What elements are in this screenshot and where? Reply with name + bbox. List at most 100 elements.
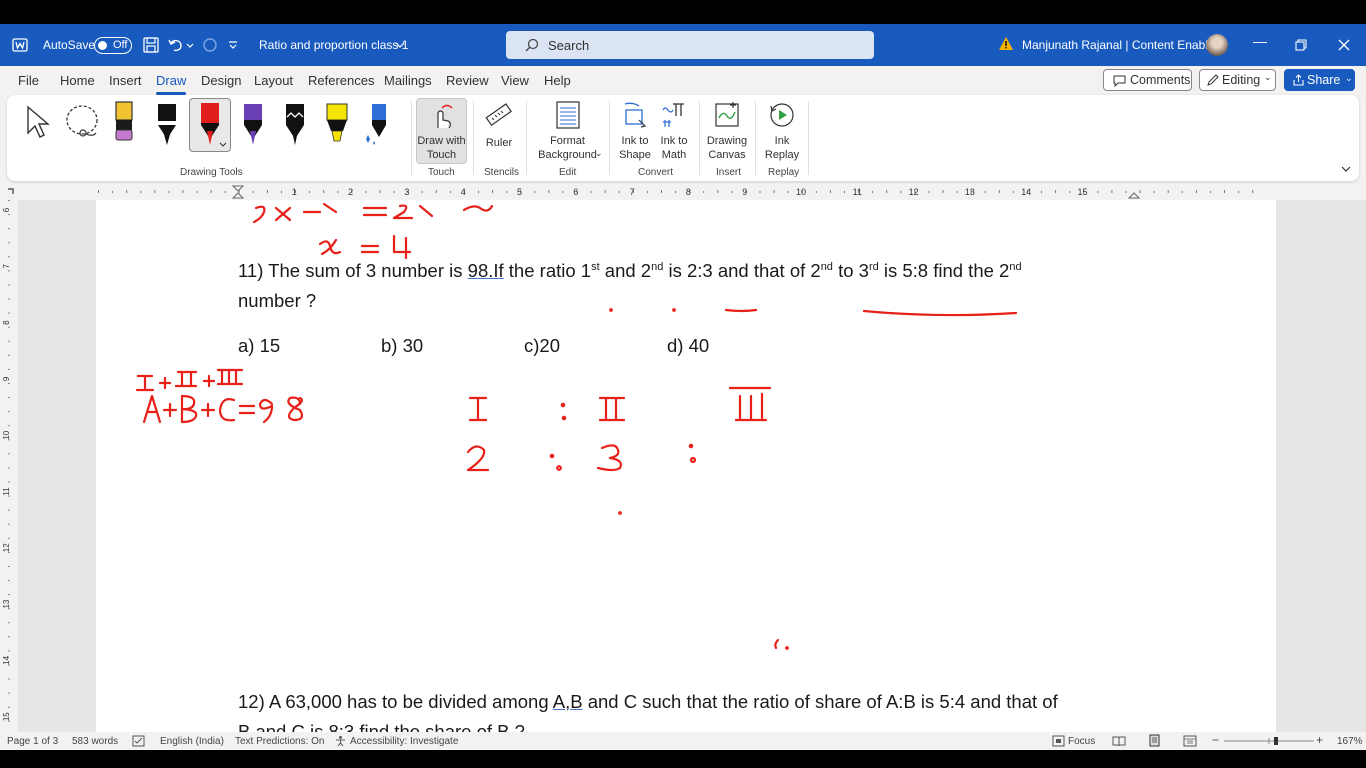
ink-stroke — [549, 453, 555, 459]
ruler-tick — [281, 191, 282, 193]
word-window: AutoSave Off Ratio and proportion class … — [0, 24, 1366, 750]
lasso-select-icon[interactable] — [63, 103, 103, 143]
tab-references[interactable]: References — [308, 73, 374, 88]
ruler-tick — [506, 191, 508, 193]
ink-stroke — [556, 465, 562, 471]
document-canvas[interactable]: 11) The sum of 3 number is 98.If the rat… — [18, 200, 1366, 732]
ink-replay-button[interactable]: Ink Replay — [761, 98, 803, 162]
black-pen-icon[interactable] — [149, 101, 185, 149]
vertical-ruler-tick — [8, 453, 10, 455]
ruler-tick — [421, 191, 423, 193]
tab-review[interactable]: Review — [446, 73, 489, 88]
action-pen-icon[interactable] — [361, 101, 397, 149]
vertical-ruler-tick — [8, 326, 10, 328]
ruler-tick — [717, 190, 719, 193]
ruler-button[interactable]: Ruler — [479, 98, 519, 150]
purple-pen-icon[interactable] — [235, 101, 271, 149]
ink-stroke — [785, 646, 789, 650]
undo-icon[interactable] — [166, 35, 186, 55]
pattern-pen-icon[interactable] — [277, 101, 313, 149]
draw-with-touch-button[interactable]: Draw with Touch — [416, 98, 467, 164]
vertical-ruler-tick — [8, 622, 10, 624]
close-button[interactable] — [1338, 39, 1350, 51]
accessibility-status[interactable]: Accessibility: Investigate — [350, 736, 458, 747]
read-mode-icon[interactable] — [1112, 735, 1126, 747]
text-predictions[interactable]: Text Predictions: On — [235, 736, 324, 747]
tab-home[interactable]: Home — [60, 73, 95, 88]
drawing-canvas-button[interactable]: Drawing Canvas — [705, 98, 749, 162]
accessibility-icon[interactable] — [334, 735, 347, 747]
ruler-number: 5 — [517, 187, 522, 197]
ruler-number: 9 — [742, 187, 747, 197]
ink-stroke — [418, 204, 434, 218]
ruler-tick — [365, 191, 367, 193]
web-layout-icon[interactable] — [1183, 735, 1197, 747]
ink-to-shape-button[interactable]: Ink to Shape — [615, 98, 655, 162]
share-chevron-icon: ⌄ — [1345, 73, 1353, 83]
ink-stroke — [724, 308, 758, 313]
ink-stroke — [609, 308, 613, 312]
save-icon[interactable] — [141, 35, 161, 55]
editing-mode-button[interactable]: Editing ⌄ — [1199, 69, 1276, 91]
status-bar: Page 1 of 3 583 words English (India) Te… — [0, 732, 1366, 750]
ruler-tick — [928, 191, 930, 193]
redo-icon[interactable] — [200, 35, 220, 55]
format-background-button[interactable]: Format Background — [530, 98, 605, 162]
ruler-tick — [1111, 190, 1113, 193]
zoom-level[interactable]: 167% — [1337, 736, 1363, 747]
vertical-ruler-tick — [8, 354, 10, 356]
select-arrow-icon[interactable] — [25, 105, 53, 141]
format-background-line2: Background — [538, 149, 597, 161]
tab-draw[interactable]: Draw — [156, 73, 187, 95]
warning-icon[interactable] — [998, 36, 1014, 52]
tab-layout[interactable]: Layout — [254, 73, 293, 88]
vertical-ruler-tick — [8, 312, 10, 314]
search-box[interactable]: Search — [506, 31, 874, 59]
tab-design[interactable]: Design — [201, 73, 241, 88]
format-background-chevron-icon: ⌄ — [595, 148, 603, 158]
ink-stroke — [774, 638, 780, 650]
proofing-icon[interactable] — [132, 735, 145, 747]
ruler-tick — [661, 190, 662, 193]
chevron-down-icon[interactable] — [184, 35, 196, 55]
vertical-ruler[interactable]: 6 7 8 9 10 11 12 13 14 15 — [0, 200, 18, 732]
drawing-tools-group-label: Drawing Tools — [180, 167, 243, 178]
focus-mode[interactable]: Focus — [1068, 736, 1095, 747]
share-button[interactable]: Share ⌄ — [1284, 69, 1355, 91]
zoom-slider[interactable] — [1224, 736, 1314, 746]
tab-insert[interactable]: Insert — [109, 73, 142, 88]
ink-stroke — [216, 368, 244, 386]
minimize-button[interactable]: — — [1253, 33, 1267, 49]
tab-view[interactable]: View — [501, 73, 529, 88]
zoom-in-button[interactable]: + — [1316, 733, 1323, 747]
page-count[interactable]: Page 1 of 3 — [7, 736, 58, 747]
restore-button[interactable] — [1295, 39, 1307, 51]
language[interactable]: English (India) — [160, 736, 224, 747]
ribbon-collapse-chevron-icon[interactable] — [1340, 164, 1352, 174]
ruler-tick — [112, 191, 114, 193]
red-pen-selected[interactable] — [189, 98, 231, 152]
avatar[interactable] — [1206, 34, 1228, 56]
zoom-out-button[interactable]: − — [1212, 733, 1219, 747]
tab-help[interactable]: Help — [544, 73, 571, 88]
autosave-toggle[interactable]: Off — [94, 37, 132, 54]
highlighter-icon[interactable] — [319, 101, 355, 149]
customize-toolbar-icon[interactable] — [226, 35, 240, 55]
vertical-ruler-number: 7 — [2, 264, 11, 269]
tab-mailings[interactable]: Mailings — [384, 73, 432, 88]
user-name[interactable]: Manjunath Rajanal | Content Enablers — [1022, 38, 1225, 52]
focus-icon[interactable] — [1052, 735, 1065, 747]
eraser-icon[interactable] — [112, 100, 136, 144]
print-layout-icon[interactable] — [1148, 734, 1161, 747]
ruler-tick — [984, 191, 986, 193]
document-title[interactable]: Ratio and proportion class 1 — [259, 38, 408, 52]
comments-button[interactable]: Comments — [1103, 69, 1192, 91]
ink-stroke — [142, 394, 162, 424]
word-count[interactable]: 583 words — [72, 736, 118, 747]
horizontal-ruler[interactable]: 1 2 3 4 5 6 7 8 9 10 11 12 13 14 15 — [0, 184, 1366, 200]
ink-stroke — [360, 244, 380, 254]
title-chevron-icon[interactable] — [393, 35, 407, 55]
tab-file[interactable]: File — [18, 73, 39, 88]
ink-to-math-button[interactable]: Ink to Math — [654, 98, 694, 162]
ruler-tick — [337, 191, 339, 193]
